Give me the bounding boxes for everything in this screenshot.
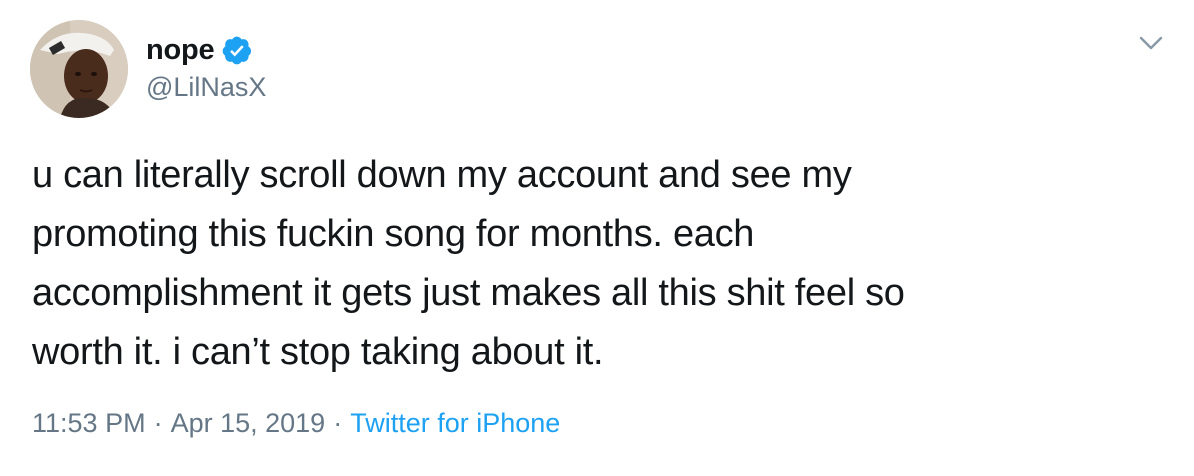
tweet-date[interactable]: Apr 15, 2019 bbox=[171, 408, 326, 439]
tweet-text: u can literally scroll down my account a… bbox=[32, 154, 905, 373]
avatar[interactable] bbox=[30, 20, 128, 118]
user-handle[interactable]: @LilNasX bbox=[146, 72, 266, 103]
tweet-source-link[interactable]: Twitter for iPhone bbox=[350, 408, 560, 439]
tweet-card: nope @LilNasX u can literally scroll dow… bbox=[0, 0, 1194, 476]
user-name-row[interactable]: nope bbox=[146, 30, 253, 70]
avatar-image bbox=[30, 20, 128, 118]
tweet-metadata: 11:53 PM · Apr 15, 2019 · Twitter for iP… bbox=[32, 408, 560, 439]
tweet-time[interactable]: 11:53 PM bbox=[32, 408, 146, 439]
display-name[interactable]: nope bbox=[146, 34, 215, 67]
chevron-down-icon[interactable] bbox=[1138, 34, 1164, 54]
verified-badge-icon bbox=[223, 36, 252, 64]
meta-separator: · bbox=[333, 408, 343, 438]
meta-separator: · bbox=[153, 408, 163, 438]
